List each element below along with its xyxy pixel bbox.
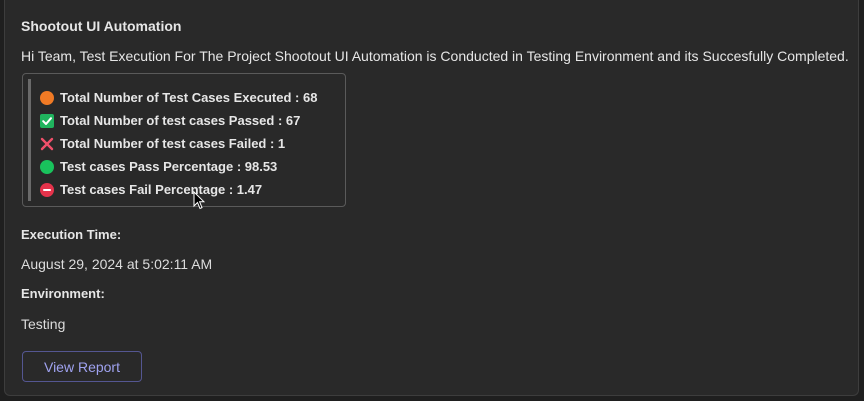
intro-text: Hi Team, Test Execution For The Project … xyxy=(21,48,849,64)
mouse-cursor-icon xyxy=(193,191,205,210)
summary-item-label: Total Number of test cases Passed : 67 xyxy=(60,113,301,128)
environment-label: Environment: xyxy=(21,286,105,301)
red-cross-icon xyxy=(40,137,54,151)
test-summary-list: Total Number of Test Cases Executed : 68… xyxy=(40,86,317,201)
summary-item-label: Test cases Fail Percentage : 1.47 xyxy=(60,182,263,197)
no-entry-icon xyxy=(40,182,54,197)
summary-item-passed: Total Number of test cases Passed : 67 xyxy=(40,109,317,132)
execution-time-label: Execution Time: xyxy=(21,227,122,242)
message-card: Shootout UI Automation Hi Team, Test Exe… xyxy=(4,0,859,396)
orange-circle-icon xyxy=(40,90,54,105)
summary-item-fail-percentage: Test cases Fail Percentage : 1.47 xyxy=(40,178,317,201)
environment-value: Testing xyxy=(21,316,66,332)
green-circle-icon xyxy=(40,159,54,174)
summary-item-executed: Total Number of Test Cases Executed : 68 xyxy=(40,86,317,109)
view-report-button[interactable]: View Report xyxy=(22,351,142,382)
quote-bar xyxy=(28,79,31,201)
summary-item-pass-percentage: Test cases Pass Percentage : 98.53 xyxy=(40,155,317,178)
summary-item-failed: Total Number of test cases Failed : 1 xyxy=(40,132,317,155)
summary-item-label: Test cases Pass Percentage : 98.53 xyxy=(60,159,278,174)
check-box-icon xyxy=(40,113,54,128)
card-title: Shootout UI Automation xyxy=(21,18,182,34)
summary-item-label: Total Number of test cases Failed : 1 xyxy=(60,136,286,151)
execution-time-value: August 29, 2024 at 5:02:11 AM xyxy=(21,256,213,272)
summary-item-label: Total Number of Test Cases Executed : 68 xyxy=(60,90,318,105)
test-summary-box: Total Number of Test Cases Executed : 68… xyxy=(22,73,346,207)
